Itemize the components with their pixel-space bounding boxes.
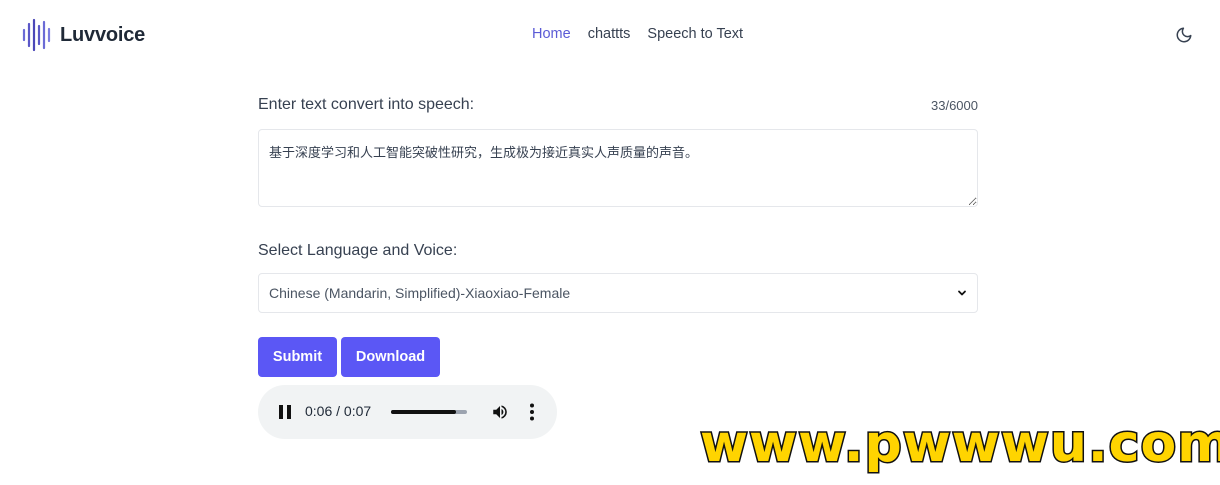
navbar: Luvvoice Home chattts Speech to Text [0, 0, 1220, 70]
brand-name: Luvvoice [60, 23, 146, 46]
watermark-text: www.pwwwu.com [698, 414, 1220, 474]
moon-icon[interactable] [1175, 26, 1193, 44]
audio-time: 0:06 / 0:07 [305, 403, 372, 419]
main-nav: Home chattts Speech to Text [532, 26, 743, 42]
more-options-icon[interactable] [530, 403, 534, 421]
submit-button[interactable]: Submit [258, 337, 337, 377]
nav-chattts[interactable]: chattts [588, 26, 631, 42]
text-input-label: Enter text convert into speech: [258, 96, 475, 113]
pause-icon[interactable] [279, 405, 291, 419]
voice-select-value: Chinese (Mandarin, Simplified)-Xiaoxiao-… [269, 285, 571, 301]
char-counter: 33/6000 [931, 98, 978, 113]
audio-player: 0:06 / 0:07 [258, 385, 557, 439]
audio-progress-bar[interactable] [391, 410, 467, 414]
nav-speech-to-text[interactable]: Speech to Text [647, 26, 743, 42]
tts-form: Enter text convert into speech: 33/6000 … [258, 96, 978, 439]
volume-icon[interactable] [491, 403, 509, 421]
text-input[interactable]: 基于深度学习和人工智能突破性研究，生成极为接近真实人声质量的声音。 [258, 129, 978, 207]
nav-home[interactable]: Home [532, 26, 571, 42]
download-button[interactable]: Download [341, 337, 440, 377]
voice-select[interactable]: Chinese (Mandarin, Simplified)-Xiaoxiao-… [258, 273, 978, 313]
text-label-row: Enter text convert into speech: 33/6000 [258, 96, 978, 120]
action-buttons: Submit Download [258, 337, 978, 377]
brand-logo[interactable]: Luvvoice [22, 18, 145, 52]
chevron-down-icon [958, 290, 966, 296]
soundwave-logo-icon [22, 18, 51, 52]
audio-progress-fill [391, 410, 457, 414]
voice-select-label: Select Language and Voice: [258, 242, 458, 259]
